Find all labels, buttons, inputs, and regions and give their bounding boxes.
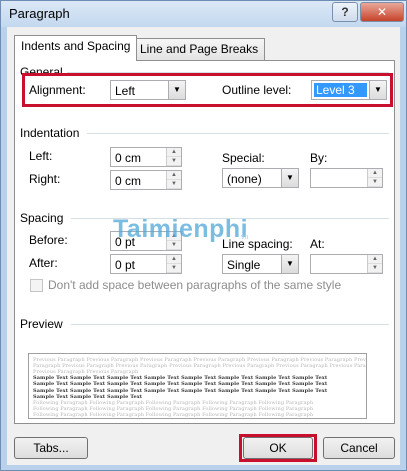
spin-down-icon[interactable]: ▼ <box>368 264 382 273</box>
no-space-label: Don't add space between paragraphs of th… <box>48 278 342 292</box>
preview-line: Sample Text Sample Text Sample Text <box>33 393 143 400</box>
left-indent-stepper[interactable]: ▲ ▼ <box>166 148 181 166</box>
divider <box>87 133 389 134</box>
preview-box: Previous Paragraph Previous Paragraph Pr… <box>28 353 367 419</box>
after-stepper[interactable]: ▲ ▼ <box>166 255 181 273</box>
divider <box>71 324 389 325</box>
preview-line: Following Paragraph Following Paragraph … <box>33 399 314 406</box>
right-indent-label: Right: <box>29 172 61 186</box>
preview-line: Previous Paragraph Previous Paragraph Pr… <box>33 357 367 363</box>
title-bar[interactable]: Paragraph ? ✕ <box>1 1 406 27</box>
right-indent-value: 0 cm <box>115 174 142 188</box>
right-indent-input[interactable]: 0 cm ▲ ▼ <box>110 170 182 190</box>
by-input[interactable]: ▲ ▼ <box>310 168 383 188</box>
spin-down-icon[interactable]: ▼ <box>167 264 181 273</box>
spin-up-icon[interactable]: ▲ <box>368 255 382 264</box>
preview-line: Following Paragraph Following Paragraph … <box>33 411 314 418</box>
spin-down-icon[interactable]: ▼ <box>368 178 382 187</box>
special-select[interactable]: (none) ▼ <box>222 168 299 188</box>
spin-up-icon[interactable]: ▲ <box>167 148 181 157</box>
dialog-client: Indents and Spacing Line and Page Breaks… <box>7 27 400 465</box>
preview-heading: Preview <box>20 317 63 331</box>
before-label: Before: <box>29 233 68 247</box>
special-label: Special: <box>222 151 265 165</box>
preview-line: Paragraph Previous Paragraph Previous Pa… <box>33 363 367 370</box>
paragraph-dialog: Paragraph ? ✕ Indents and Spacing Line a… <box>0 0 407 471</box>
preview-line: Sample Text Sample Text Sample Text Samp… <box>33 387 328 394</box>
right-indent-stepper[interactable]: ▲ ▼ <box>166 171 181 189</box>
line-spacing-value: Single <box>227 258 261 272</box>
cancel-button[interactable]: Cancel <box>323 437 395 459</box>
spin-up-icon[interactable]: ▲ <box>167 171 181 180</box>
watermark-logo: Taimienphi <box>113 215 249 243</box>
line-spacing-select[interactable]: Single ▼ <box>222 254 299 274</box>
spin-up-icon[interactable]: ▲ <box>167 255 181 264</box>
tab-indents-and-spacing[interactable]: Indents and Spacing <box>14 35 138 61</box>
preview-line: Previous Paragraph Previous Paragraph <box>33 369 139 376</box>
help-button[interactable]: ? <box>332 2 358 22</box>
left-indent-value: 0 cm <box>115 151 142 165</box>
at-input[interactable]: ▲ ▼ <box>310 254 383 274</box>
after-input[interactable]: 0 pt ▲ ▼ <box>110 254 182 274</box>
after-label: After: <box>29 256 58 270</box>
tabs-button[interactable]: Tabs... <box>14 437 88 459</box>
by-stepper[interactable]: ▲ ▼ <box>367 169 382 187</box>
spin-down-icon[interactable]: ▼ <box>167 180 181 189</box>
special-value: (none) <box>227 172 262 186</box>
spacing-heading: Spacing <box>20 211 64 225</box>
watermark-suffix: .vn <box>239 234 249 241</box>
close-button[interactable]: ✕ <box>360 2 404 22</box>
preview-line: Following Paragraph Following Paragraph … <box>33 405 314 412</box>
chevron-down-icon[interactable]: ▼ <box>281 255 298 273</box>
preview-line: Sample Text Sample Text Sample Text Samp… <box>33 381 328 388</box>
at-label: At: <box>310 237 325 251</box>
preview-line: Sample Text Sample Text Sample Text Samp… <box>33 375 328 382</box>
by-label: By: <box>310 151 328 165</box>
close-icon: ✕ <box>376 5 388 19</box>
after-value: 0 pt <box>115 258 136 272</box>
at-stepper[interactable]: ▲ ▼ <box>367 255 382 273</box>
left-indent-label: Left: <box>29 149 53 163</box>
help-icon: ? <box>341 5 349 19</box>
left-indent-input[interactable]: 0 cm ▲ ▼ <box>110 147 182 167</box>
spin-up-icon[interactable]: ▲ <box>368 169 382 178</box>
chevron-down-icon[interactable]: ▼ <box>281 169 298 187</box>
tab-line-and-page-breaks[interactable]: Line and Page Breaks <box>133 38 266 60</box>
spin-down-icon[interactable]: ▼ <box>167 157 181 166</box>
highlight-box <box>22 73 393 107</box>
ok-highlight-box <box>239 434 317 462</box>
dialog-title: Paragraph <box>9 6 70 21</box>
no-space-checkbox[interactable] <box>30 279 43 292</box>
indentation-heading: Indentation <box>20 126 80 140</box>
